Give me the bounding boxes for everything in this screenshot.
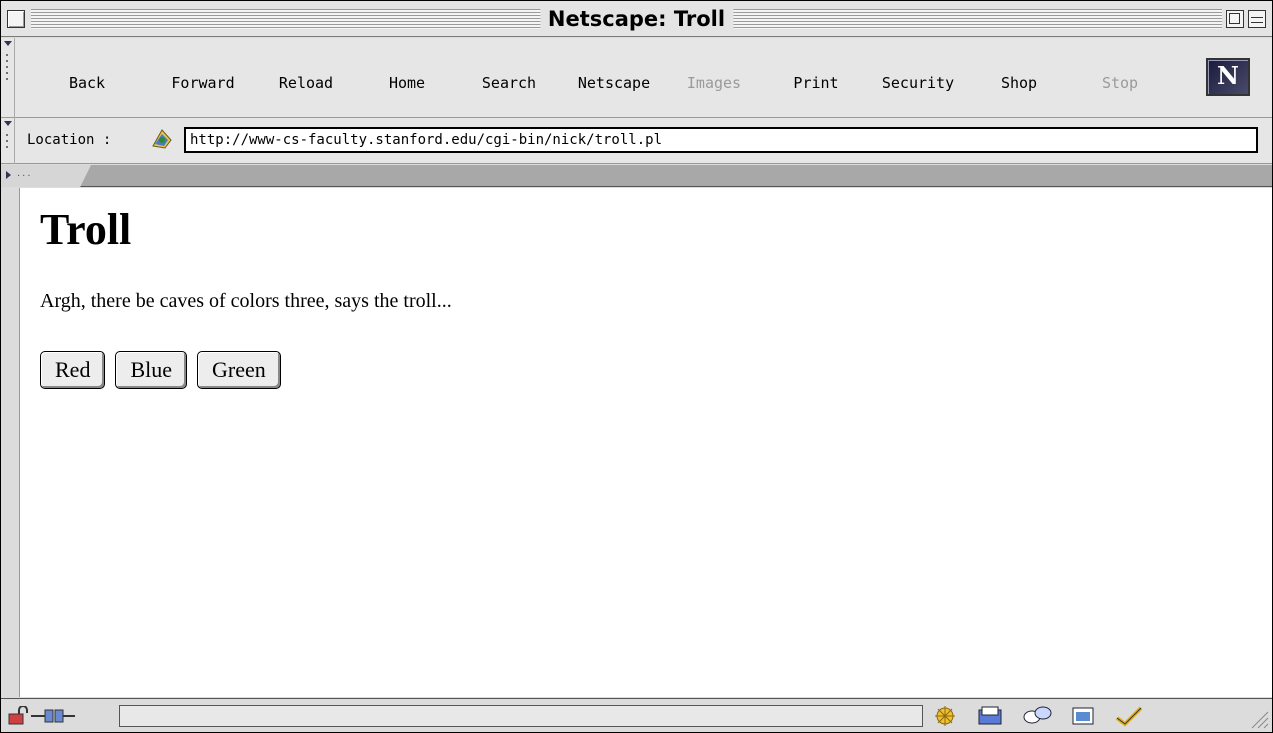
netscape-button[interactable]: Netscape [569, 38, 659, 116]
component-bar [929, 702, 1145, 730]
window-title: Netscape: Troll [539, 5, 734, 33]
netscape-logo-icon[interactable]: N [1206, 58, 1250, 96]
grip-dots-icon [5, 132, 9, 152]
bookmark-icon[interactable] [149, 126, 175, 152]
page-paragraph: Argh, there be caves of colors three, sa… [40, 290, 452, 312]
green-button[interactable]: Green [197, 351, 281, 389]
security-lock-icon[interactable] [7, 706, 29, 726]
page-title: Troll [40, 205, 132, 254]
page-content: Troll Argh, there be caves of colors thr… [19, 188, 1272, 697]
stop-button[interactable]: Stop [1097, 38, 1143, 116]
shop-button[interactable]: Shop [997, 38, 1041, 116]
red-button[interactable]: Red [40, 351, 106, 389]
blue-button[interactable]: Blue [115, 351, 188, 389]
location-label: Location : [27, 132, 112, 148]
grip-dots-icon: ··· [17, 171, 33, 182]
discussions-icon[interactable] [1021, 704, 1053, 728]
browser-window: Netscape: Troll Back Forward Reload Home… [0, 0, 1273, 733]
composer-icon[interactable] [1067, 704, 1099, 728]
status-bar [1, 698, 1272, 732]
close-box-button[interactable] [7, 10, 25, 28]
connection-plug-icon [31, 709, 75, 723]
navigation-toolbar: Back Forward Reload Home Search Netscape… [1, 38, 1272, 118]
mail-icon[interactable] [975, 704, 1007, 728]
expand-triangle-icon [6, 171, 11, 179]
print-button[interactable]: Print [789, 38, 843, 116]
reload-button[interactable]: Reload [271, 38, 341, 116]
location-toolbar: Location : [1, 118, 1272, 164]
grip-dots-icon [5, 52, 9, 80]
form-button-row: Red Blue Green [40, 351, 281, 389]
search-button[interactable]: Search [473, 38, 545, 116]
status-message [119, 705, 923, 727]
location-collapse-handle[interactable] [1, 118, 15, 164]
forward-button[interactable]: Forward [159, 38, 247, 116]
check-icon[interactable] [1113, 704, 1145, 728]
collapse-triangle-icon [4, 121, 12, 126]
toolbar-collapse-handle[interactable] [1, 38, 15, 118]
personal-toolbar-expand-tab[interactable]: ··· [1, 165, 91, 187]
navigator-icon[interactable] [929, 704, 961, 728]
personal-toolbar-collapsed: ··· [1, 165, 1272, 187]
collapse-triangle-icon [4, 41, 12, 46]
collapse-box-button[interactable] [1248, 10, 1266, 28]
url-field[interactable] [184, 127, 1258, 153]
back-button[interactable]: Back [57, 38, 117, 116]
zoom-box-button[interactable] [1226, 10, 1244, 28]
images-button[interactable]: Images [679, 38, 749, 116]
title-bar[interactable]: Netscape: Troll [1, 1, 1272, 37]
resize-grip-icon[interactable] [1244, 704, 1270, 730]
security-button[interactable]: Security [874, 38, 962, 116]
home-button[interactable]: Home [379, 38, 435, 116]
